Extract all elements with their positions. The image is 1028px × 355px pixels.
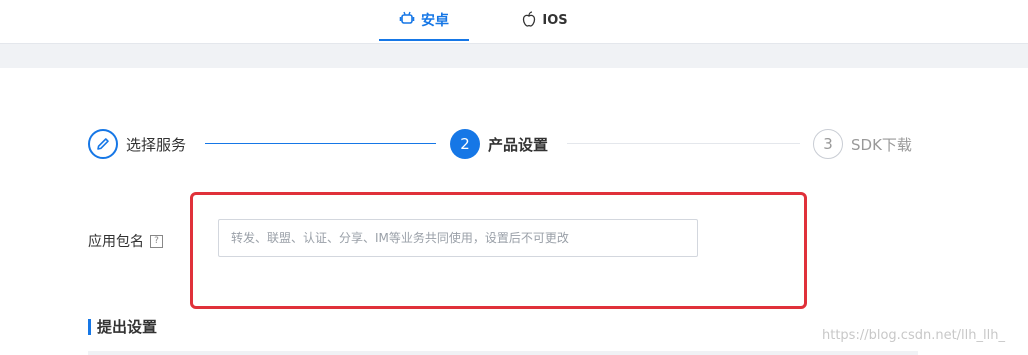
android-icon bbox=[399, 10, 421, 30]
edit-icon bbox=[88, 129, 118, 159]
step-number-badge: 3 bbox=[813, 129, 843, 159]
step-product-settings: 2 产品设置 bbox=[450, 128, 548, 160]
package-name-input[interactable] bbox=[218, 219, 698, 257]
step-number-badge: 2 bbox=[450, 129, 480, 159]
header-divider-band bbox=[0, 43, 1028, 68]
package-name-label: 应用包名 ? bbox=[88, 231, 163, 251]
step-label: 选择服务 bbox=[126, 135, 187, 154]
step-sdk-download: 3 SDK下载 bbox=[813, 128, 912, 160]
step-select-service: 选择服务 bbox=[88, 128, 186, 160]
step-label: 产品设置 bbox=[488, 135, 549, 154]
section-divider bbox=[88, 351, 918, 355]
step-label: SDK下载 bbox=[851, 135, 912, 154]
package-name-label-text: 应用包名 bbox=[88, 234, 144, 250]
section-accent-bar bbox=[88, 318, 91, 335]
tab-android-label: 安卓 bbox=[421, 12, 449, 29]
step-connector-done bbox=[205, 143, 436, 144]
watermark-text: https://blog.csdn.net/llh_llh_ bbox=[822, 328, 1005, 343]
tab-ios[interactable]: IOS bbox=[505, 0, 585, 41]
step-connector-pending bbox=[567, 143, 800, 144]
tab-ios-label: IOS bbox=[542, 13, 568, 28]
tab-android[interactable]: 安卓 bbox=[379, 0, 469, 41]
help-icon[interactable]: ? bbox=[150, 234, 163, 248]
platform-tabbar: 安卓 IOS bbox=[0, 0, 1028, 43]
section-heading-text: 提出设置 bbox=[97, 318, 158, 336]
section-heading: 提出设置 bbox=[88, 316, 157, 337]
apple-icon bbox=[522, 10, 542, 31]
